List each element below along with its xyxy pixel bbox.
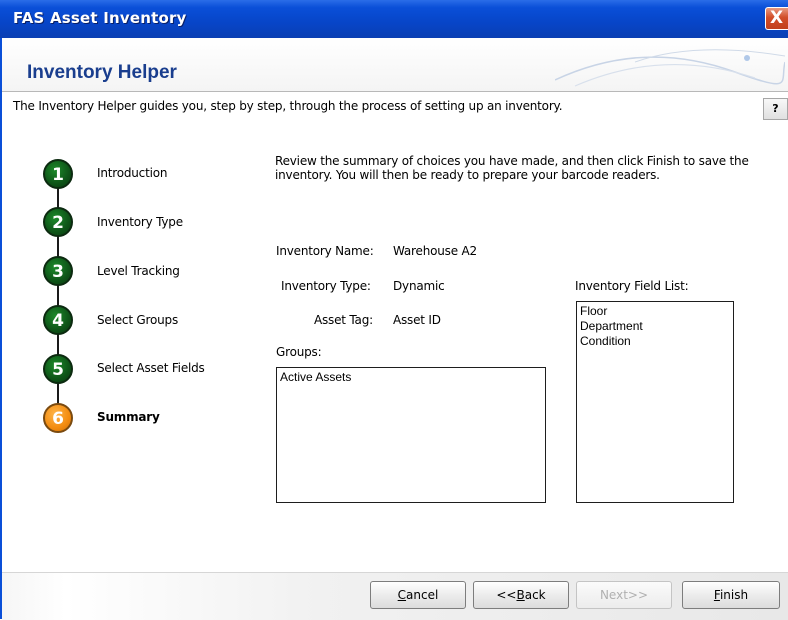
cancel-button[interactable]: Cancel — [370, 581, 466, 609]
title-bar[interactable]: FAS Asset Inventory — [0, 0, 788, 38]
back-arrows: << — [496, 588, 517, 602]
back-button[interactable]: <<Back — [473, 581, 569, 609]
window-frame — [0, 38, 2, 619]
step-6-circle: 6 — [43, 403, 73, 433]
finish-label: inish — [719, 588, 749, 602]
list-item[interactable]: Floor — [580, 304, 730, 319]
next-button[interactable]: Next>> — [576, 581, 672, 609]
intro-text: The Inventory Helper guides you, step by… — [13, 99, 563, 113]
field-list[interactable]: Floor Department Condition — [576, 301, 734, 503]
step-3-label: Level Tracking — [97, 264, 180, 278]
asset-tag-value: Asset ID — [393, 313, 441, 327]
asset-tag-label: Asset Tag: — [314, 313, 373, 327]
cancel-label: ancel — [406, 588, 439, 602]
list-item[interactable]: Active Assets — [280, 370, 542, 385]
step-5-circle: 5 — [43, 354, 73, 384]
inventory-type-label: Inventory Type: — [281, 279, 371, 293]
groups-list[interactable]: Active Assets — [276, 367, 546, 503]
inventory-name-value: Warehouse A2 — [393, 244, 477, 258]
help-button[interactable]: ? — [763, 98, 788, 120]
close-button[interactable]: X — [765, 7, 788, 30]
back-label: ack — [524, 588, 546, 602]
header-divider — [2, 91, 788, 92]
step-1-circle: 1 — [43, 159, 73, 189]
step-5-label: Select Asset Fields — [97, 361, 205, 375]
step-1-label: Introduction — [97, 166, 168, 180]
step-2-circle: 2 — [43, 207, 73, 237]
swoosh-decoration-icon — [555, 49, 785, 87]
groups-label: Groups: — [276, 345, 322, 359]
window-title: FAS Asset Inventory — [13, 9, 187, 27]
finish-button[interactable]: Finish — [682, 581, 780, 609]
step-4-circle: 4 — [43, 305, 73, 335]
inventory-name-label: Inventory Name: — [276, 244, 374, 258]
close-icon: X — [770, 8, 784, 28]
inventory-type-value: Dynamic — [393, 279, 445, 293]
step-2-label: Inventory Type — [97, 215, 183, 229]
cancel-mnemonic: C — [397, 588, 407, 602]
step-6-label: Summary — [97, 410, 160, 424]
step-3-circle: 3 — [43, 256, 73, 286]
step-4-label: Select Groups — [97, 313, 179, 327]
list-item[interactable]: Condition — [580, 334, 730, 349]
list-item[interactable]: Department — [580, 319, 730, 334]
back-mnemonic: B — [516, 588, 525, 602]
page-title: Inventory Helper — [27, 62, 177, 83]
summary-description: Review the summary of choices you have m… — [275, 154, 749, 182]
field-list-label: Inventory Field List: — [575, 279, 689, 293]
